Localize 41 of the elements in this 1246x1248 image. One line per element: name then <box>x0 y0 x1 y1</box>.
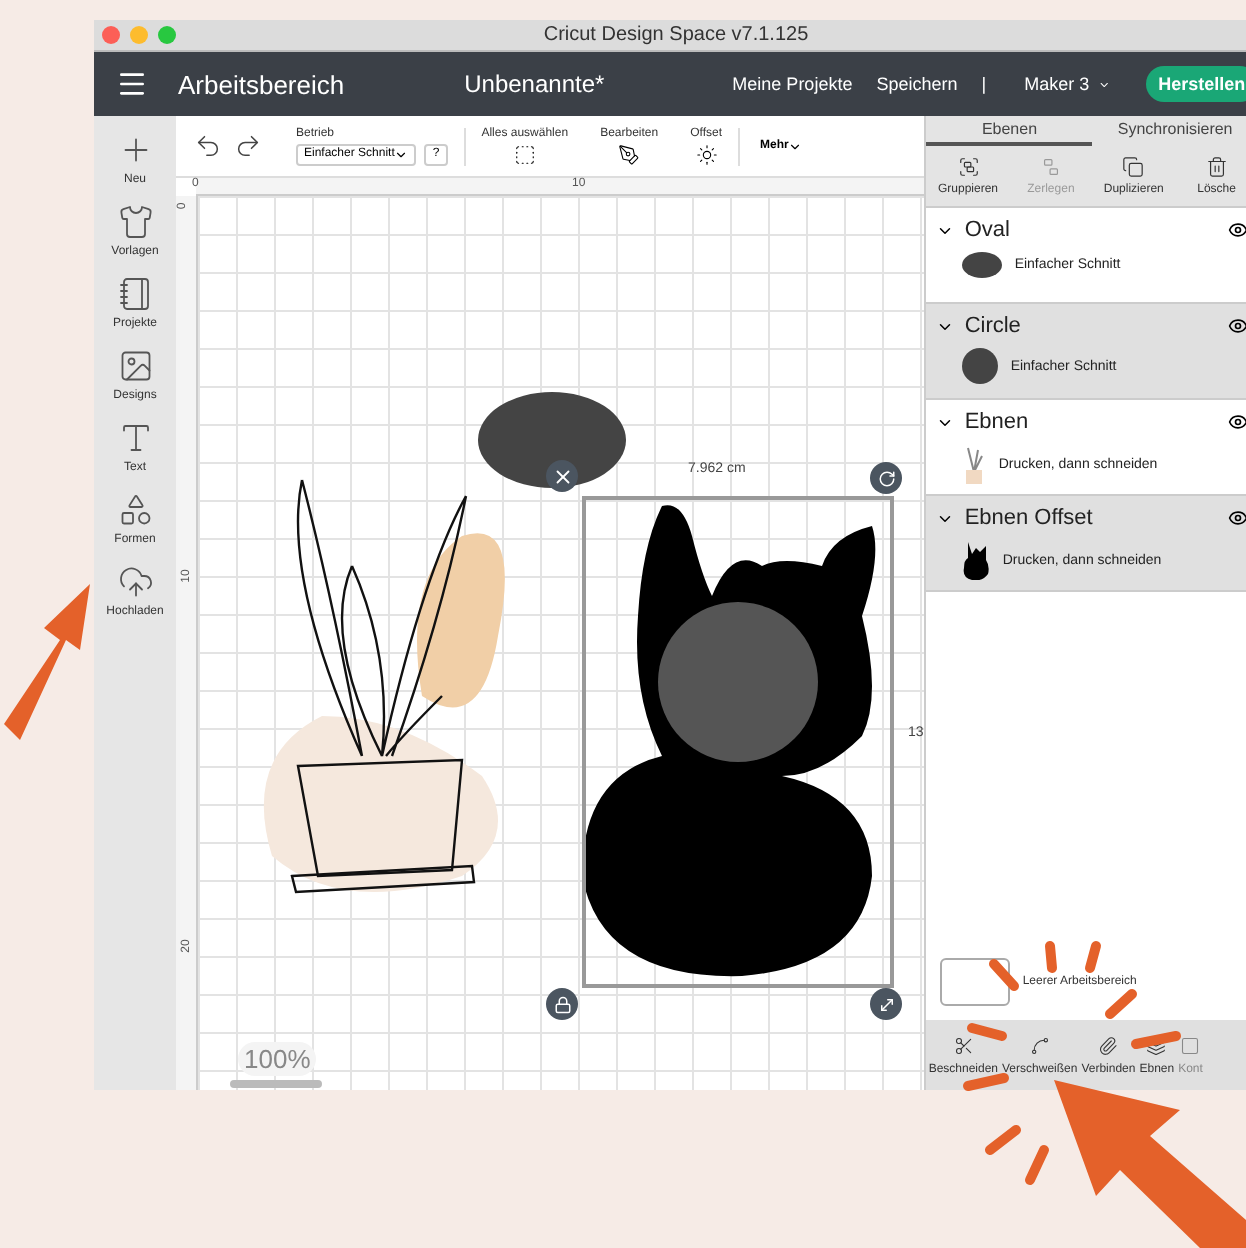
select-all-icon[interactable] <box>513 143 536 165</box>
eye-icon[interactable] <box>1228 220 1246 240</box>
burst-line <box>1105 989 1137 1019</box>
burst-line <box>1085 941 1101 973</box>
rotate-icon[interactable] <box>870 462 902 494</box>
eye-icon[interactable] <box>1228 316 1246 336</box>
shapes-icon <box>117 492 153 528</box>
upload-icon <box>117 564 153 600</box>
scrollbar <box>230 1080 322 1088</box>
machine-selector[interactable]: Maker 3 <box>1024 74 1090 94</box>
eye-icon[interactable] <box>1228 508 1246 528</box>
nav-link[interactable]: Speichern <box>876 74 958 94</box>
eye-icon[interactable] <box>1228 412 1246 432</box>
canvas-swatch[interactable] <box>940 958 1011 1006</box>
cat-thumbnail-icon <box>962 540 991 580</box>
burst-line <box>1131 1031 1181 1049</box>
burst-line <box>1045 941 1057 973</box>
plant-thumbnail-icon <box>962 444 987 484</box>
caret-icon <box>394 147 409 161</box>
nav-link[interactable]: Meine Projekte <box>732 74 853 94</box>
layer-name: Circle <box>964 314 1023 338</box>
burst-line <box>989 959 1019 991</box>
layer-name: Ebnen <box>964 410 1031 434</box>
oval-thumbnail-icon <box>962 252 1003 278</box>
images-icon <box>117 348 153 384</box>
circle-thumbnail-icon <box>962 348 999 384</box>
layer-name: Ebnen Offset <box>964 506 1095 530</box>
text-icon <box>117 420 153 456</box>
burst-line <box>967 1023 1007 1041</box>
burst-line <box>985 1125 1021 1155</box>
separator: | <box>981 74 987 94</box>
project-name: Unbenannte* <box>464 70 605 98</box>
burst-line <box>963 1073 1009 1091</box>
caret-icon <box>788 139 803 153</box>
resize-icon[interactable] <box>870 988 902 1020</box>
workspace-title: Arbeitsbereich <box>178 69 345 99</box>
burst-line <box>1025 1145 1049 1185</box>
panel-tab[interactable]: Synchronisieren <box>1092 116 1246 146</box>
window-title: Cricut Design Space v7.1.125 <box>543 24 809 46</box>
lock-icon[interactable] <box>546 988 578 1020</box>
layer-name: Oval <box>964 218 1012 242</box>
